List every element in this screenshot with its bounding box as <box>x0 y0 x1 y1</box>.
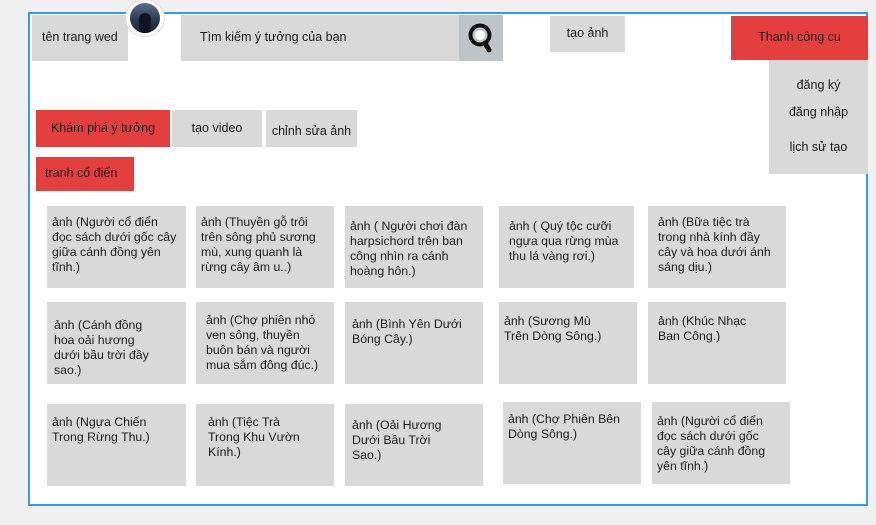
image-card[interactable]: ảnh (Chợ phiên nhỏ ven sông, thuyền buôn… <box>196 302 334 384</box>
card-caption: ảnh (Thuyền gỗ trôi trên sông phủ sương … <box>201 215 316 274</box>
card-caption: ảnh (Ngựa Chiến Trong Rừng Thu.) <box>52 415 150 444</box>
image-card[interactable]: ảnh (Chợ Phiên Bên Dòng Sông.) <box>503 402 641 484</box>
image-card[interactable]: ảnh (Cánh đồng hoa oải hương dưới bầu tr… <box>47 302 186 384</box>
card-caption: ảnh (Bình Yên Dưới Bóng Cây.) <box>352 317 462 346</box>
image-card[interactable]: ảnh (Người cổ điển đọc sách dưới gốc cây… <box>652 402 790 484</box>
card-caption: ảnh (Khúc Nhạc Ban Công.) <box>658 314 747 343</box>
card-caption: ảnh (Bữa tiệc trà trong nhà kính đầy cây… <box>658 215 771 274</box>
card-caption: ảnh (Sương Mù Trên Dòng Sông.) <box>504 314 602 343</box>
image-card[interactable]: ảnh (Oải Hương Dưới Bầu Trời Sao.) <box>345 404 483 486</box>
card-caption: ảnh (Oải Hương Dưới Bầu Trời Sao.) <box>352 418 442 462</box>
site-name[interactable]: tên trang wed <box>32 15 128 61</box>
tab-create-video[interactable]: tạo video <box>172 110 262 147</box>
card-caption: ảnh (Chợ Phiên Bên Dòng Sông.) <box>508 412 620 441</box>
tab-edit-image[interactable]: chỉnh sửa ảnh <box>266 110 357 147</box>
search-icon <box>468 23 492 53</box>
tab-label: tạo video <box>191 120 243 135</box>
tab-label: Khám phá ý tưởng <box>50 120 156 135</box>
create-image-button[interactable]: tạo ảnh <box>550 16 625 52</box>
toolbar-button[interactable]: Thanh công cụ <box>731 16 868 60</box>
avatar[interactable] <box>126 0 164 36</box>
card-caption: ảnh (Cánh đồng hoa oải hương dưới bầu tr… <box>54 318 149 377</box>
search-placeholder: Tìm kiếm ý tưởng của bạn <box>200 30 347 45</box>
image-card[interactable]: ảnh (Thuyền gỗ trôi trên sông phủ sương … <box>196 206 334 288</box>
category-classic-painting[interactable]: tranh cổ điển <box>36 157 134 191</box>
search-button[interactable] <box>459 15 503 61</box>
category-label: tranh cổ điển <box>45 166 118 181</box>
site-name-label: tên trang wed <box>42 30 118 45</box>
card-caption: ảnh (Tiệc Trà Trong Khu Vườn Kính.) <box>208 415 300 459</box>
image-card[interactable]: ảnh (Tiệc Trà Trong Khu Vườn Kính.) <box>196 404 334 486</box>
image-card[interactable]: ảnh ( Người chơi đàn harpsichord trên ba… <box>345 206 483 288</box>
avatar-image <box>130 3 160 33</box>
image-card[interactable]: ảnh (Bình Yên Dưới Bóng Cây.) <box>345 302 483 384</box>
card-caption: ảnh (Người cổ điển đọc sách dưới gốc cây… <box>657 414 766 473</box>
image-card[interactable]: ảnh (Khúc Nhạc Ban Công.) <box>648 302 786 384</box>
image-card[interactable]: ảnh (Người cổ điển đọc sách dưới gốc cây… <box>47 206 186 288</box>
image-card[interactable]: ảnh (Bữa tiệc trà trong nhà kính đầy cây… <box>648 206 786 288</box>
card-caption: ảnh (Người cổ điển đọc sách dưới gốc cây… <box>52 215 177 274</box>
card-caption: ảnh ( Người chơi đàn harpsichord trên ba… <box>350 219 468 278</box>
image-card[interactable]: ảnh (Ngựa Chiến Trong Rừng Thu.) <box>47 404 186 486</box>
search-input[interactable]: Tìm kiếm ý tưởng của bạn <box>181 15 459 61</box>
toolbar-label: Thanh công cụ <box>758 30 841 45</box>
tab-label: chỉnh sửa ảnh <box>271 123 352 138</box>
menu-item-register[interactable]: đăng ký <box>769 78 868 94</box>
card-caption: ảnh ( Quý tộc cưỡi ngựa qua rừng mùa thu… <box>509 219 619 263</box>
menu-item-history[interactable]: lịch sử tạo <box>769 140 868 156</box>
card-caption: ảnh (Chợ phiên nhỏ ven sông, thuyền buôn… <box>206 313 319 372</box>
menu-item-login[interactable]: đăng nhập <box>769 105 868 121</box>
toolbar-menu: đăng ký đăng nhập lịch sử tạo <box>769 60 868 174</box>
create-image-label: tạo ảnh <box>566 26 609 41</box>
tab-explore-ideas[interactable]: Khám phá ý tưởng <box>36 110 170 147</box>
image-card[interactable]: ảnh (Sương Mù Trên Dòng Sông.) <box>499 302 637 384</box>
image-card[interactable]: ảnh ( Quý tộc cưỡi ngựa qua rừng mùa thu… <box>499 206 634 288</box>
